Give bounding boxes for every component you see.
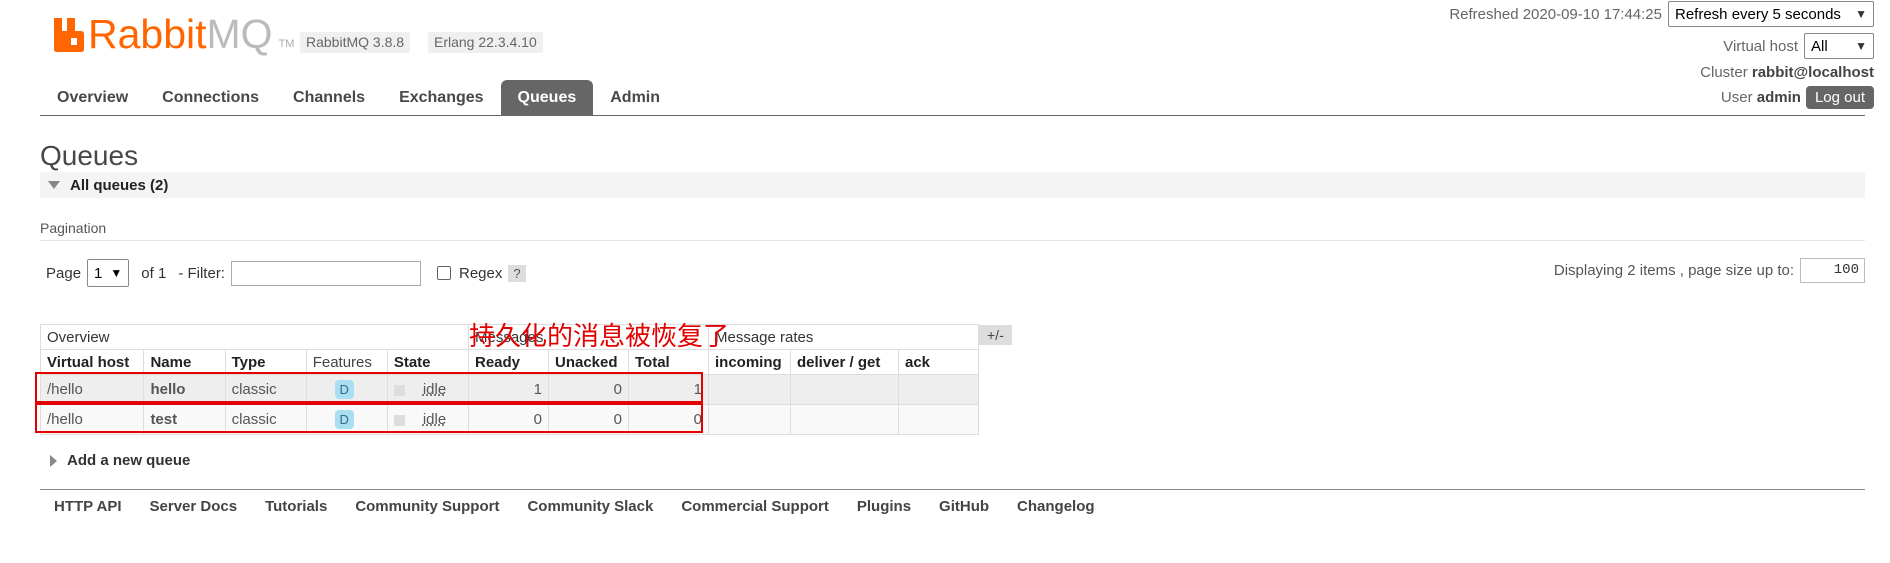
tab-admin[interactable]: Admin: [593, 80, 677, 116]
footer-divider: [40, 489, 1865, 490]
tab-queues[interactable]: Queues: [500, 80, 594, 116]
cluster-label: Cluster: [1700, 64, 1748, 81]
cell-deliver-get: [790, 404, 899, 435]
annotation-box-row-1: [35, 372, 703, 403]
col-ack[interactable]: ack: [898, 349, 979, 375]
user-label: User: [1720, 89, 1753, 106]
footer-link-commercial-support[interactable]: Commercial Support: [667, 498, 843, 515]
add-queue-label: Add a new queue: [67, 452, 191, 469]
footer-links: HTTP API Server Docs Tutorials Community…: [40, 498, 1109, 515]
triangle-right-icon: [50, 454, 57, 467]
footer-link-http-api[interactable]: HTTP API: [40, 498, 136, 515]
page-size-input[interactable]: 100: [1800, 258, 1865, 283]
logout-button[interactable]: Log out: [1805, 86, 1874, 109]
cell-incoming: [708, 404, 791, 435]
page-label: Page: [46, 264, 82, 282]
regex-checkbox[interactable]: [436, 266, 451, 280]
vhost-label: Virtual host: [1723, 37, 1798, 55]
page-title: Queues: [40, 140, 139, 171]
col-deliver-get[interactable]: deliver / get: [790, 349, 899, 375]
col-features: Features: [305, 349, 388, 375]
rabbitmq-logo[interactable]: RabbitMQ TM: [54, 11, 295, 57]
col-type[interactable]: Type: [224, 349, 307, 375]
columns-toggle-button[interactable]: +/-: [979, 325, 1012, 345]
pagination-divider: [40, 240, 1865, 241]
footer-link-changelog[interactable]: Changelog: [1003, 498, 1109, 515]
tab-exchanges[interactable]: Exchanges: [382, 80, 500, 116]
all-queues-heading: All queues (2): [70, 176, 169, 194]
page-count: of 1: [141, 264, 167, 282]
tab-channels[interactable]: Channels: [276, 80, 382, 116]
chevron-down-icon: ▼: [1855, 39, 1867, 53]
rabbitmq-version-badge: RabbitMQ 3.8.8: [300, 32, 411, 53]
page-size-control: Displaying 2 items , page size up to: 10…: [1554, 258, 1865, 283]
tab-overview[interactable]: Overview: [40, 80, 145, 116]
group-header-message-rates: Message rates: [708, 324, 979, 350]
regex-label: Regex: [458, 264, 503, 282]
footer-link-github[interactable]: GitHub: [925, 498, 1003, 515]
group-header-overview: Overview: [40, 324, 469, 350]
col-ready[interactable]: Ready: [468, 349, 549, 375]
cell-ack: [898, 374, 979, 405]
annotation-text: 持久化的消息被恢复了: [469, 322, 730, 352]
col-total[interactable]: Total: [628, 349, 709, 375]
cell-deliver-get: [790, 374, 899, 405]
nav-divider: [40, 115, 1865, 116]
page-select[interactable]: 1 ▼: [87, 259, 130, 287]
col-incoming[interactable]: incoming: [708, 349, 791, 375]
main-nav: Overview Connections Channels Exchanges …: [40, 80, 677, 116]
rabbitmq-logo-icon: [54, 18, 84, 52]
triangle-down-icon: [48, 181, 60, 189]
pagination-controls: Page 1 ▼ of 1 - Filter: Regex ?: [46, 258, 526, 288]
footer-link-community-slack[interactable]: Community Slack: [513, 498, 667, 515]
annotation-box-row-2: [35, 403, 703, 433]
footer-link-plugins[interactable]: Plugins: [843, 498, 925, 515]
user-name: admin: [1756, 89, 1801, 106]
cell-incoming: [708, 374, 791, 405]
col-name[interactable]: Name: [143, 349, 226, 375]
tab-connections[interactable]: Connections: [145, 80, 276, 116]
filter-input[interactable]: [230, 260, 421, 286]
pagination-label: Pagination: [40, 220, 107, 236]
vhost-select[interactable]: All ▼: [1804, 33, 1874, 59]
col-virtual-host[interactable]: Virtual host: [39, 349, 145, 375]
footer-link-community-support[interactable]: Community Support: [341, 498, 513, 515]
displaying-label: Displaying 2 items , page size up to:: [1553, 262, 1794, 279]
add-queue-toggle[interactable]: Add a new queue: [50, 452, 190, 469]
chevron-down-icon: ▼: [1855, 7, 1867, 21]
col-unacked[interactable]: Unacked: [548, 349, 629, 375]
help-button[interactable]: ?: [508, 264, 526, 282]
chevron-down-icon: ▼: [110, 266, 123, 280]
col-state[interactable]: State: [386, 349, 470, 375]
erlang-version-badge: Erlang 22.3.4.10: [428, 32, 543, 53]
cell-ack: [898, 404, 979, 435]
filter-label: - Filter:: [178, 264, 225, 282]
refresh-interval-select[interactable]: Refresh every 5 seconds ▼: [1668, 1, 1874, 27]
footer-link-server-docs[interactable]: Server Docs: [136, 498, 252, 515]
logo-text: RabbitMQ: [88, 11, 273, 57]
logo-trademark: TM: [278, 38, 295, 50]
refreshed-label: Refreshed 2020-09-10 17:44:25: [1449, 5, 1662, 23]
footer-link-tutorials[interactable]: Tutorials: [251, 498, 341, 515]
cluster-name: rabbit@localhost: [1751, 64, 1874, 81]
all-queues-section-toggle[interactable]: All queues (2): [40, 172, 1865, 198]
